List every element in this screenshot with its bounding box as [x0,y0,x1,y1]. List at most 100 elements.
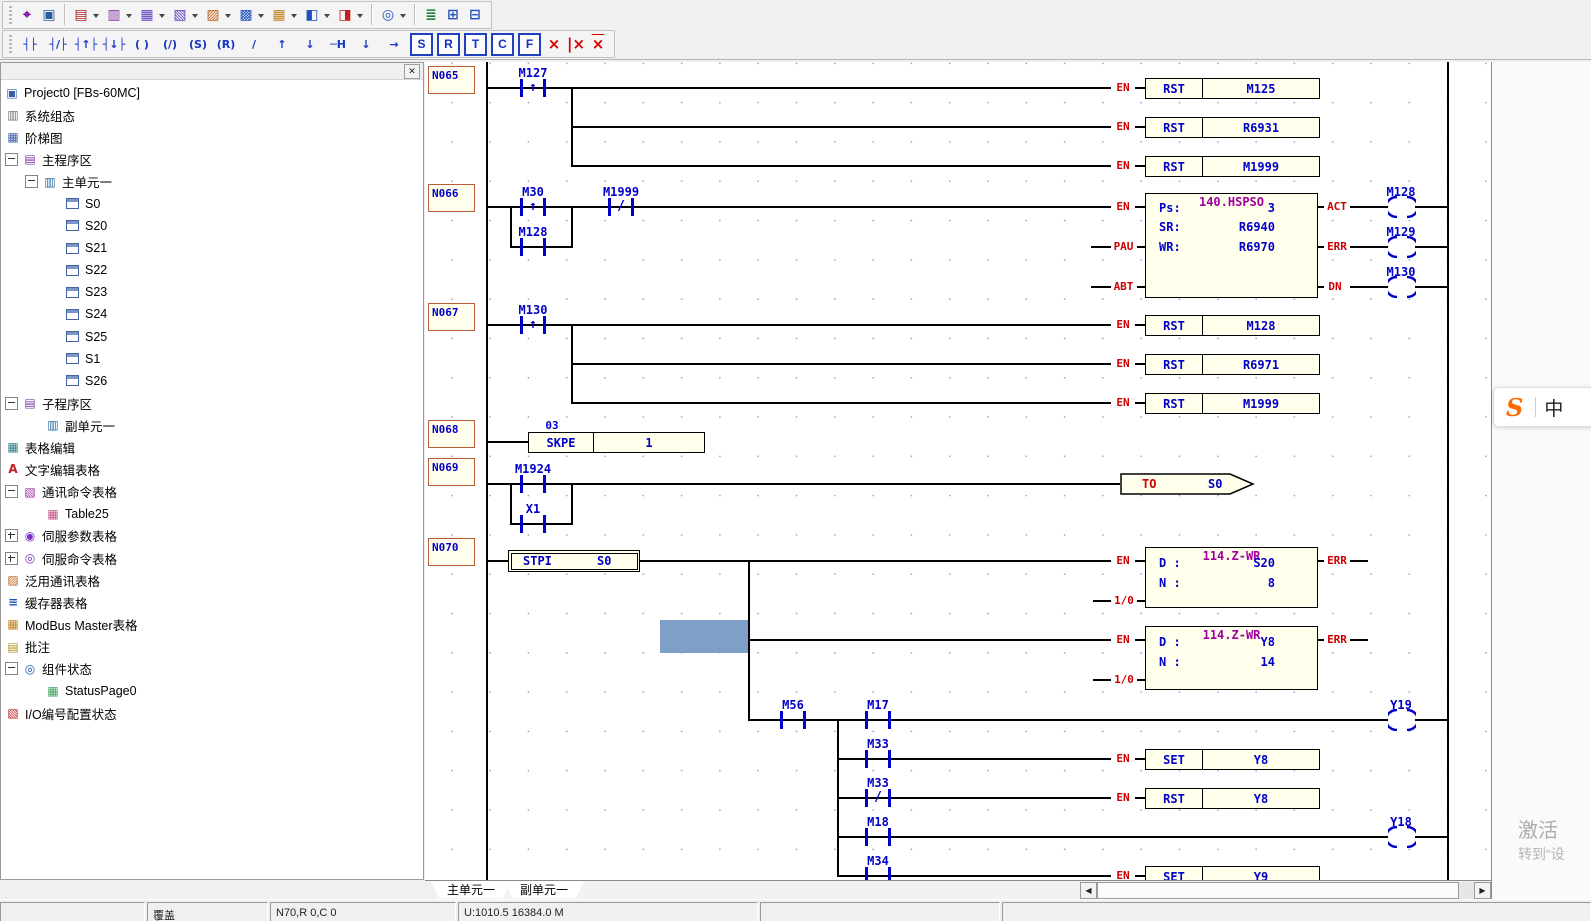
scroll-left-button[interactable]: ◀ [1080,882,1097,899]
zoom-button[interactable]: ◎ [377,3,410,27]
selection-cursor[interactable] [660,620,748,653]
dropdown-arrow-icon[interactable] [255,5,266,25]
function-f-button[interactable]: F [518,33,541,56]
tree-item-text-edit-table[interactable]: A文字编辑表格 [1,458,423,480]
edge-down-button[interactable]: ↓ [296,33,324,55]
contact-rising-button[interactable]: ┤↑├ [72,33,100,55]
collapse-icon[interactable] [5,485,18,498]
tree-item-comments[interactable]: ▤批注 [1,636,423,658]
coil[interactable] [1388,826,1416,848]
tree-item-modbus-master-table[interactable]: ▦ModBus Master表格 [1,613,423,635]
tree-item-comm-command-table[interactable]: ▧通讯命令表格 [1,481,423,503]
tree-item-s21[interactable]: S21 [1,237,423,259]
dropdown-arrow-icon[interactable] [288,5,299,25]
contact-falling-button[interactable]: ┤↓├ [100,33,128,55]
register-table-button[interactable]: ▩ [235,3,268,27]
expand-icon[interactable] [5,552,18,565]
coil-out-button[interactable]: ( ) [128,33,156,55]
line-vertical-button[interactable]: ↓ [352,33,380,55]
function-block-zwr[interactable]: 114.Z-WR D : Y8 N : 14 [1145,626,1318,690]
tree-item-s0[interactable]: S0 [1,193,423,215]
tree-item-project-root[interactable]: ▣Project0 [FBs-60MC] [1,82,423,104]
tree-item-table25[interactable]: ▦Table25 [1,503,423,525]
network-label-n069[interactable]: N069 [428,458,475,486]
rst-block[interactable]: RSTM1999 [1145,393,1320,414]
function-block-zwr[interactable]: 114.Z-WR D : S20 N : 8 [1145,547,1318,608]
network-label-n066[interactable]: N066 [428,184,475,212]
contact-nc[interactable]: / [608,198,634,216]
contact-no[interactable] [865,750,891,768]
dropdown-arrow-icon[interactable] [222,5,233,25]
tree-item-s1[interactable]: S1 [1,348,423,370]
tree-item-general-comm-table[interactable]: ▨泛用通讯表格 [1,569,423,591]
dropdown-arrow-icon[interactable] [156,5,167,25]
text-table-button[interactable]: ▤ [70,3,103,27]
tab-sub-unit-1[interactable]: 副单元一 [504,881,584,898]
coil-not-button[interactable]: (/) [156,33,184,55]
coil-set-button[interactable]: (S) [184,33,212,55]
cursor-tool-button[interactable]: ⌖ [16,3,38,27]
insert-element-button[interactable]: ⊟ [464,3,486,27]
ime-mode-indicator[interactable]: 中 [1544,394,1563,421]
tree-item-sub-program-area[interactable]: ▤子程序区 [1,392,423,414]
contact-no[interactable] [780,711,806,729]
delete-vertical-line-button[interactable]: |× [565,33,587,55]
tree-item-sub-unit-1[interactable]: ▥副单元一 [1,414,423,436]
step-s-button[interactable]: S [410,33,433,56]
tree-item-table-edit[interactable]: ▦表格编辑 [1,436,423,458]
tree-item-io-config-status[interactable]: ▧I/O编号配置状态 [1,702,423,724]
scroll-right-button[interactable]: ▶ [1474,882,1491,899]
line-arrow-button[interactable]: → [380,33,408,55]
modbus-table-button[interactable]: ▦ [268,3,301,27]
rst-block[interactable]: RSTR6971 [1145,354,1320,375]
scrollbar-thumb[interactable] [1097,882,1459,899]
rst-block[interactable]: RSTM125 [1145,78,1320,99]
insert-network-button[interactable]: ⊞ [442,3,464,27]
contact-rising[interactable]: ↑ [520,79,546,97]
contact-no-button[interactable]: ┤├ [16,33,44,55]
coil[interactable] [1388,236,1416,258]
list-button[interactable]: ≣ [420,3,442,27]
tree-item-s22[interactable]: S22 [1,259,423,281]
network-label-n068[interactable]: N068 [428,420,475,448]
contact-nc[interactable]: / [865,789,891,807]
tree-item-component-status[interactable]: ◎组件状态 [1,658,423,680]
general-comm-table-button[interactable]: ▨ [202,3,235,27]
toolbar-grip[interactable] [9,35,12,53]
coil[interactable] [1388,196,1416,218]
toolbar-grip[interactable] [9,6,12,24]
coil[interactable] [1388,709,1416,731]
rst-block[interactable]: RSTM128 [1145,315,1320,336]
network-label-n065[interactable]: N065 [428,66,475,94]
rst-block[interactable]: RSTM1999 [1145,156,1320,177]
tree-item-s24[interactable]: S24 [1,303,423,325]
contact-no[interactable] [865,867,891,880]
contact-no[interactable] [865,828,891,846]
close-icon[interactable]: ✕ [404,64,420,79]
tree-item-s25[interactable]: S25 [1,326,423,348]
collapse-icon[interactable] [5,153,18,166]
rst-block[interactable]: RSTR6931 [1145,117,1320,138]
coil-reset-button[interactable]: (R) [212,33,240,55]
servo-param-table-button[interactable]: ▦ [136,3,169,27]
tree-item-servo-cmd-table[interactable]: ◎伺服命令表格 [1,547,423,569]
status-page-button[interactable]: ◧ [301,3,334,27]
dropdown-arrow-icon[interactable] [123,5,134,25]
contact-rising[interactable]: ↑ [520,198,546,216]
ladder-editor[interactable]: N065 M127 ↑ EN EN EN RSTM125 RSTR6931 RS… [425,62,1491,880]
invert-button[interactable]: / [240,33,268,55]
collapse-icon[interactable] [25,175,38,188]
line-horizontal-button[interactable]: ─H [324,33,352,55]
counter-c-button[interactable]: C [491,33,514,56]
rst-block[interactable]: RSTY8 [1145,788,1320,809]
tree-item-main-program-area[interactable]: ▤主程序区 [1,148,423,170]
network-label-n070[interactable]: N070 [428,538,475,566]
dropdown-arrow-icon[interactable] [189,5,200,25]
skpe-block[interactable]: SKPE1 [528,432,705,453]
stpi-block[interactable]: STPI S0 [508,550,640,572]
collapse-icon[interactable] [5,397,18,410]
network-label-n067[interactable]: N067 [428,303,475,331]
contact-nc-button[interactable]: ┤/├ [44,33,72,55]
set-block[interactable]: SETY8 [1145,749,1320,770]
edge-up-button[interactable]: ↑ [268,33,296,55]
